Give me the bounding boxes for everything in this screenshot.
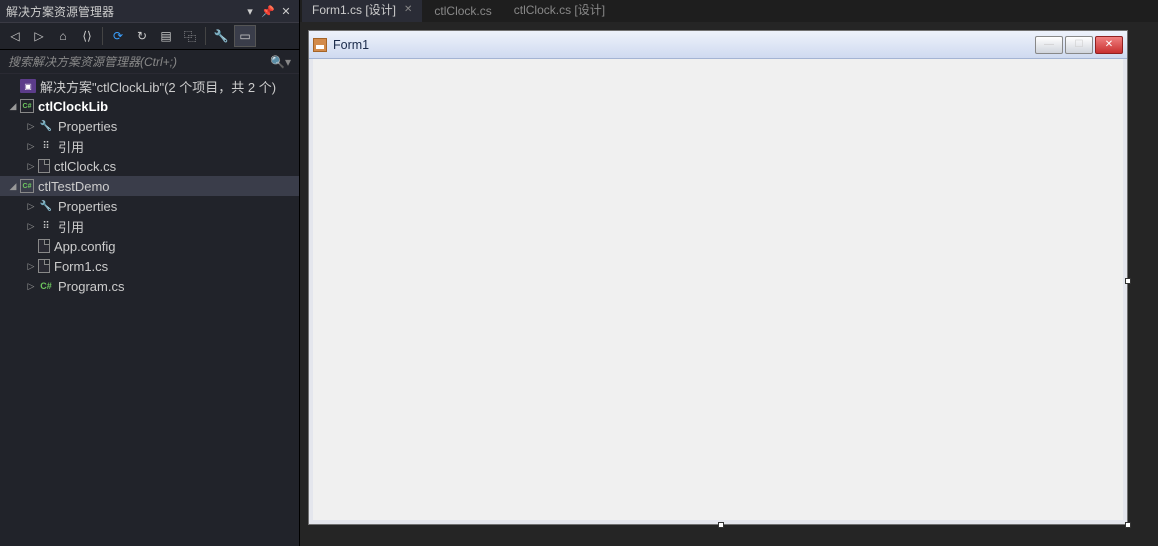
file-icon (38, 159, 50, 173)
tree-node[interactable]: ▷C# Program.cs (0, 276, 299, 296)
toolbar-separator (205, 27, 206, 45)
form-client-area[interactable] (313, 59, 1123, 520)
expand-icon[interactable]: ▷ (24, 141, 38, 152)
document-tab[interactable]: ctlClock.cs (424, 2, 501, 22)
ref-icon: ⠿ (38, 219, 54, 233)
form-titlebar: Form1 — ☐ ✕ (309, 31, 1127, 59)
pin-icon[interactable]: 📌 (261, 4, 275, 18)
tree-node[interactable]: ◢C# ctlClockLib (0, 96, 299, 116)
back-button[interactable]: ◁ (4, 25, 26, 47)
expand-icon[interactable]: ▷ (24, 201, 38, 212)
properties-button[interactable]: 🔧 (210, 25, 232, 47)
preview-button[interactable]: ▭ (234, 25, 256, 47)
form-designer[interactable]: Form1 — ☐ ✕ (300, 22, 1158, 546)
toolbar-separator (102, 27, 103, 45)
panel-header: 解决方案资源管理器 ▾ 📌 ✕ (0, 0, 299, 22)
tree-node-label: Program.cs (58, 279, 124, 294)
panel-title: 解决方案资源管理器 (6, 3, 239, 20)
tree-node-label: ctlClockLib (38, 99, 108, 114)
maximize-button[interactable]: ☐ (1065, 36, 1093, 54)
home-button[interactable]: ⌂ (52, 25, 74, 47)
tree-node[interactable]: ▷🔧 Properties (0, 116, 299, 136)
tree-node-label: Properties (58, 199, 117, 214)
sln-icon: ▣ (20, 79, 36, 93)
tree-node[interactable]: ▷▣解决方案"ctlClockLib"(2 个项目，共 2 个) (0, 76, 299, 96)
expand-icon[interactable]: ▷ (24, 121, 38, 132)
resize-handle-bottom[interactable] (718, 522, 724, 528)
form-host[interactable]: Form1 — ☐ ✕ (308, 30, 1128, 525)
expand-icon[interactable]: ▷ (24, 261, 38, 272)
tree-node-label: App.config (54, 239, 115, 254)
panel-toolbar: ◁ ▷ ⌂ ⟨⟩ ⟳ ↻ ▤ ⿻ 🔧 ▭ (0, 22, 299, 50)
tab-label: ctlClock.cs [设计] (514, 1, 605, 18)
xaml-button[interactable]: ⟨⟩ (76, 25, 98, 47)
wrench-icon: 🔧 (38, 119, 54, 133)
search-box[interactable]: 搜索解决方案资源管理器(Ctrl+;) 🔍▾ (0, 50, 299, 74)
document-tab[interactable]: ctlClock.cs [设计] (504, 0, 615, 22)
document-tabs: Form1.cs [设计] ✕ ctlClock.cs ctlClock.cs [设计… (300, 0, 1158, 22)
tree-node-label: 引用 (58, 217, 84, 236)
form-title: Form1 (333, 38, 1033, 52)
solution-explorer-panel: 解决方案资源管理器 ▾ 📌 ✕ ◁ ▷ ⌂ ⟨⟩ ⟳ ↻ ▤ ⿻ 🔧 ▭ 搜索解… (0, 0, 300, 546)
show-all-button[interactable]: ▤ (155, 25, 177, 47)
tree-node[interactable]: ▷App.config (0, 236, 299, 256)
document-tab[interactable]: Form1.cs [设计] ✕ (302, 0, 422, 22)
refresh-button[interactable]: ⟳ (107, 25, 129, 47)
search-icon: 🔍▾ (270, 55, 291, 69)
tree-node[interactable]: ▷ ctlClock.cs (0, 156, 299, 176)
sync-button[interactable]: ↻ (131, 25, 153, 47)
ref-icon: ⠿ (38, 139, 54, 153)
tab-close-icon[interactable]: ✕ (404, 4, 412, 15)
tree-node-label: ctlClock.cs (54, 159, 116, 174)
proj-icon: C# (20, 99, 34, 113)
tree-node[interactable]: ▷⠿ 引用 (0, 136, 299, 156)
tree-node[interactable]: ▷⠿ 引用 (0, 216, 299, 236)
tree-node[interactable]: ▷ Form1.cs (0, 256, 299, 276)
tree-node-label: 引用 (58, 137, 84, 156)
expand-icon[interactable]: ▷ (24, 281, 38, 292)
form-icon (313, 38, 327, 52)
expand-icon[interactable]: ▷ (24, 161, 38, 172)
tree-node-label: ctlTestDemo (38, 179, 110, 194)
file-icon (38, 259, 50, 273)
resize-handle-right[interactable] (1125, 278, 1131, 284)
wrench-icon: 🔧 (38, 199, 54, 213)
solution-tree[interactable]: ▷▣解决方案"ctlClockLib"(2 个项目，共 2 个)◢C#ctlCl… (0, 74, 299, 546)
resize-handle-corner[interactable] (1125, 522, 1131, 528)
tree-node-label: Properties (58, 119, 117, 134)
search-placeholder: 搜索解决方案资源管理器(Ctrl+;) (8, 53, 270, 70)
tree-node-label: 解决方案"ctlClockLib"(2 个项目，共 2 个) (40, 77, 276, 96)
main-area: Form1.cs [设计] ✕ ctlClock.cs ctlClock.cs [设计… (300, 0, 1158, 546)
tree-node[interactable]: ▷🔧 Properties (0, 196, 299, 216)
tree-node[interactable]: ◢C# ctlTestDemo (0, 176, 299, 196)
tree-node-label: Form1.cs (54, 259, 108, 274)
tab-label: Form1.cs [设计] (312, 1, 396, 18)
file-icon (38, 239, 50, 253)
proj-icon: C# (20, 179, 34, 193)
close-button[interactable]: ✕ (1095, 36, 1123, 54)
collapse-icon[interactable]: ◢ (6, 101, 20, 112)
minimize-button[interactable]: — (1035, 36, 1063, 54)
dropdown-icon[interactable]: ▾ (243, 4, 257, 18)
copy-button[interactable]: ⿻ (179, 25, 201, 47)
forward-button[interactable]: ▷ (28, 25, 50, 47)
tab-label: ctlClock.cs (434, 4, 491, 18)
collapse-icon[interactable]: ◢ (6, 181, 20, 192)
expand-icon[interactable]: ▷ (24, 221, 38, 232)
close-panel-icon[interactable]: ✕ (279, 4, 293, 18)
cs-icon: C# (38, 279, 54, 293)
